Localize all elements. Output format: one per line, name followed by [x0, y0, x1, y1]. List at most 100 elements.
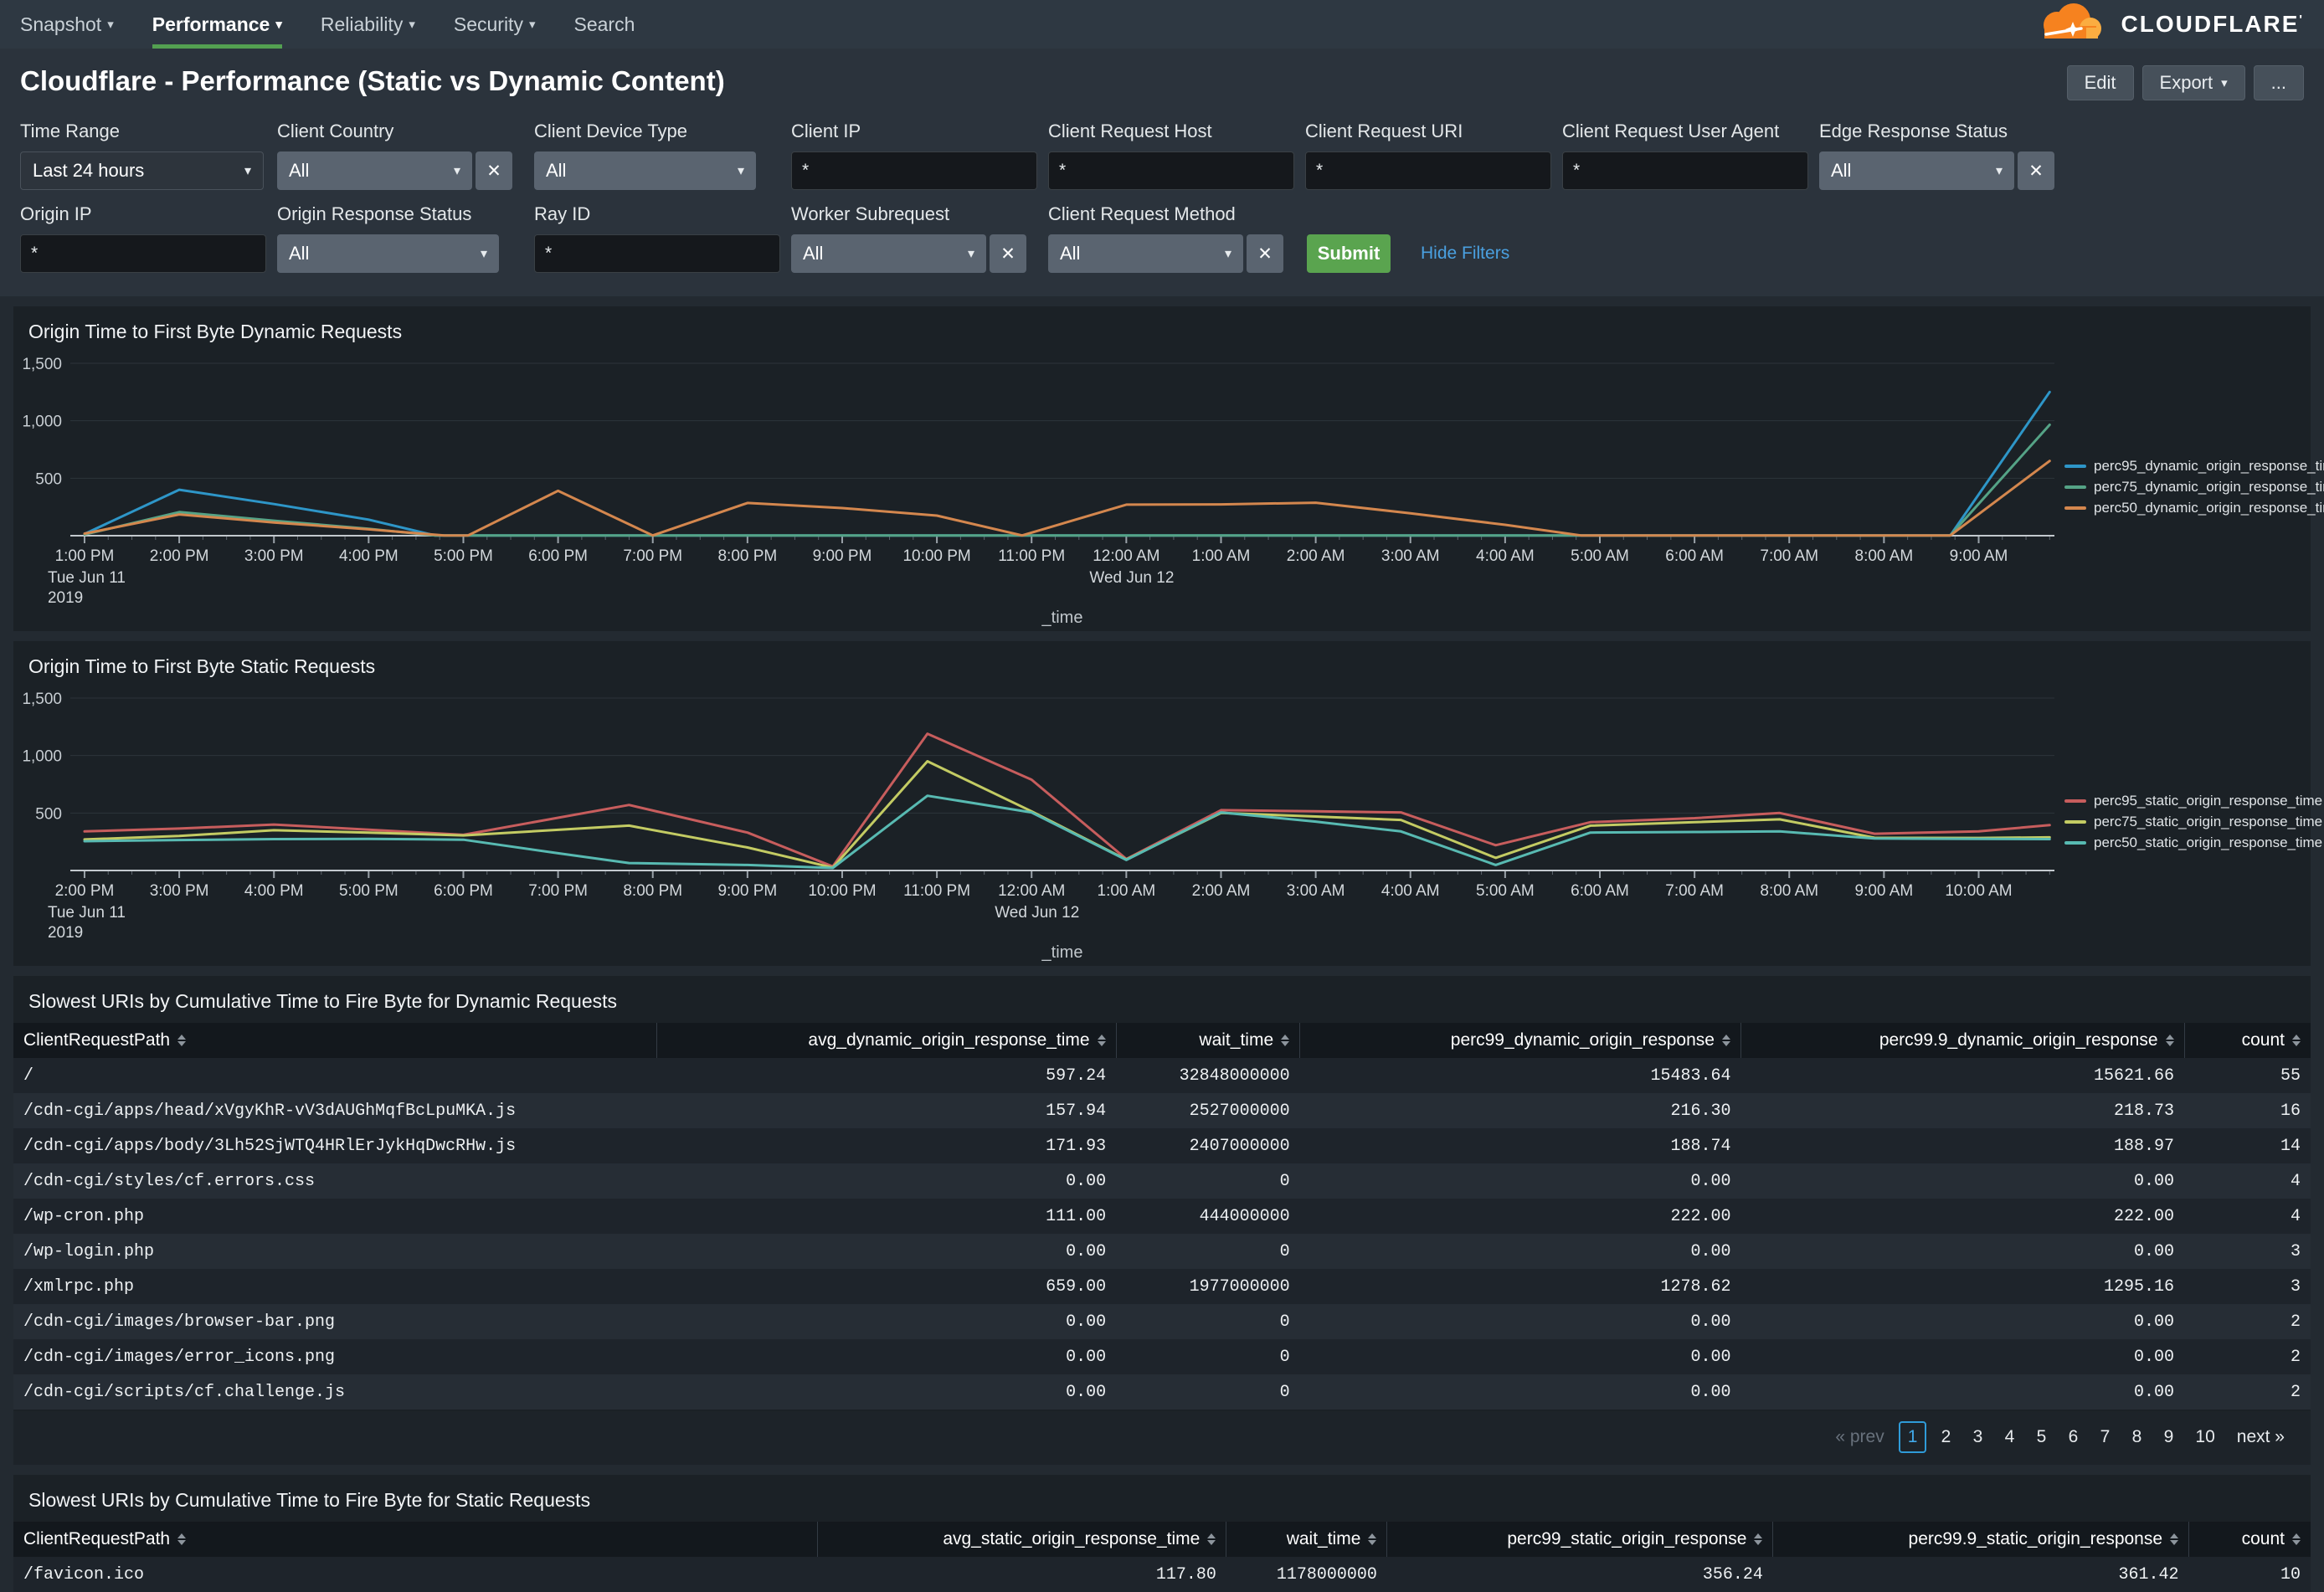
legend-item[interactable]: perc95_static_origin_response_time — [2064, 793, 2322, 809]
legend-item[interactable]: perc95_dynamic_origin_response_time — [2064, 458, 2324, 475]
column-header-wait-time[interactable]: wait_time — [1115, 1023, 1300, 1058]
hide-filters-link[interactable]: Hide Filters — [1421, 244, 1509, 264]
table-cell[interactable]: 16 — [2184, 1093, 2311, 1128]
table-cell[interactable]: 4 — [2184, 1163, 2311, 1199]
page-button-10[interactable]: 10 — [2188, 1423, 2222, 1451]
table-cell[interactable]: 0.00 — [1299, 1234, 1741, 1269]
client-request-host-input[interactable] — [1048, 151, 1294, 190]
submit-button[interactable]: Submit — [1307, 234, 1391, 273]
table-cell[interactable]: 0.00 — [656, 1163, 1117, 1199]
table-cell[interactable]: 1295.16 — [1740, 1269, 2185, 1304]
table-cell[interactable]: / — [13, 1058, 657, 1093]
client-request-uri-input[interactable] — [1305, 151, 1551, 190]
table-cell[interactable]: 188.74 — [1299, 1128, 1741, 1163]
table-cell[interactable]: 171.93 — [656, 1128, 1117, 1163]
table-cell[interactable]: 222.00 — [1299, 1199, 1741, 1234]
table-cell[interactable]: /cdn-cgi/images/error_icons.png — [13, 1339, 657, 1374]
table-cell[interactable]: 0 — [1116, 1374, 1300, 1410]
table-cell[interactable]: /cdn-cgi/apps/head/xVgyKhR-vV3dAUGhMqfBc… — [13, 1093, 657, 1128]
table-row[interactable]: /cdn-cgi/images/error_icons.png 0.00 0 0.00… — [13, 1339, 2311, 1374]
table-cell[interactable]: 356.24 — [1386, 1557, 1773, 1592]
client-device-type-dropdown[interactable]: All ▾ — [534, 151, 756, 190]
column-header-clientrequestpath[interactable]: ClientRequestPath — [13, 1522, 818, 1557]
table-row[interactable]: /wp-cron.php 111.00 444000000 222.00 222.00 4 — [13, 1199, 2311, 1234]
table-cell[interactable]: 2407000000 — [1116, 1128, 1300, 1163]
table-cell[interactable]: 32848000000 — [1116, 1058, 1300, 1093]
table-cell[interactable]: 0.00 — [1299, 1339, 1741, 1374]
nav-item-snapshot[interactable]: Snapshot ▾ — [20, 0, 114, 49]
table-row[interactable]: /cdn-cgi/apps/body/3Lh52SjWTQ4HRlErJykHq… — [13, 1128, 2311, 1163]
column-header-clientrequestpath[interactable]: ClientRequestPath — [13, 1023, 657, 1058]
table-cell[interactable]: 0.00 — [1740, 1234, 2185, 1269]
table-cell[interactable]: /wp-cron.php — [13, 1199, 657, 1234]
table-row[interactable]: /xmlrpc.php 659.00 1977000000 1278.62 1295.1… — [13, 1269, 2311, 1304]
page-button-6[interactable]: 6 — [2060, 1423, 2085, 1451]
table-cell[interactable]: 15483.64 — [1299, 1058, 1741, 1093]
page-button-9[interactable]: 9 — [2156, 1423, 2181, 1451]
table-cell[interactable]: 188.97 — [1740, 1128, 2185, 1163]
table-cell[interactable]: 0.00 — [1299, 1374, 1741, 1410]
table-cell[interactable]: 0.00 — [1299, 1304, 1741, 1339]
table-cell[interactable]: 0.00 — [1299, 1163, 1741, 1199]
table-cell[interactable]: 14 — [2184, 1128, 2311, 1163]
table-cell[interactable]: 361.42 — [1772, 1557, 2189, 1592]
ray-id-input[interactable] — [534, 234, 780, 273]
table-cell[interactable]: 0.00 — [656, 1234, 1117, 1269]
table-cell[interactable]: 0.00 — [656, 1339, 1117, 1374]
table-cell[interactable]: 2 — [2184, 1374, 2311, 1410]
client-ip-input[interactable] — [791, 151, 1037, 190]
time-range-dropdown[interactable]: Last 24 hours ▾ — [20, 151, 264, 190]
table-cell[interactable]: /cdn-cgi/apps/body/3Lh52SjWTQ4HRlErJykHq… — [13, 1128, 657, 1163]
client-request-method-dropdown[interactable]: All ▾ — [1048, 234, 1243, 273]
table-cell[interactable]: 111.00 — [656, 1199, 1117, 1234]
column-header-avg-static-origin-response-time[interactable]: avg_static_origin_response_time — [816, 1522, 1226, 1557]
column-header-wait-time[interactable]: wait_time — [1226, 1522, 1387, 1557]
nav-item-reliability[interactable]: Reliability ▾ — [321, 0, 415, 49]
edit-button[interactable]: Edit — [2066, 65, 2134, 100]
table-cell[interactable]: /favicon.ico — [13, 1557, 818, 1592]
column-header-count[interactable]: count — [2183, 1023, 2311, 1058]
origin-ip-input[interactable] — [20, 234, 266, 273]
table-row[interactable]: /cdn-cgi/scripts/cf.challenge.js 0.00 0 0.0… — [13, 1374, 2311, 1410]
table-cell[interactable]: 0.00 — [1740, 1163, 2185, 1199]
nav-item-security[interactable]: Security ▾ — [454, 0, 536, 49]
nav-item-performance[interactable]: Performance ▾ — [152, 0, 283, 49]
table-cell[interactable]: 444000000 — [1116, 1199, 1300, 1234]
page-button-5[interactable]: 5 — [2028, 1423, 2054, 1451]
page-button-8[interactable]: 8 — [2124, 1423, 2149, 1451]
client-country-dropdown[interactable]: All ▾ — [277, 151, 472, 190]
table-cell[interactable]: 1278.62 — [1299, 1269, 1741, 1304]
more-button[interactable]: ... — [2253, 65, 2304, 100]
table-cell[interactable]: 157.94 — [656, 1093, 1117, 1128]
legend-item[interactable]: perc75_static_origin_response_time — [2064, 814, 2322, 830]
table-cell[interactable]: 0 — [1116, 1163, 1300, 1199]
table-cell[interactable]: 0.00 — [656, 1304, 1117, 1339]
table-cell[interactable]: 597.24 — [656, 1058, 1117, 1093]
table-cell[interactable]: 10 — [2188, 1557, 2311, 1592]
table-row[interactable]: /wp-login.php 0.00 0 0.00 0.00 3 — [13, 1234, 2311, 1269]
table-cell[interactable]: 0.00 — [1740, 1339, 2185, 1374]
table-cell[interactable]: 1178000000 — [1226, 1557, 1387, 1592]
page-button-4[interactable]: 4 — [1997, 1423, 2022, 1451]
table-cell[interactable]: 2527000000 — [1116, 1093, 1300, 1128]
column-header-perc99.9-static-origin-response[interactable]: perc99.9_static_origin_response — [1772, 1522, 2189, 1557]
column-header-perc99-static-origin-response[interactable]: perc99_static_origin_response — [1386, 1522, 1773, 1557]
page-button-3[interactable]: 3 — [1965, 1423, 1990, 1451]
table-cell[interactable]: 2 — [2184, 1339, 2311, 1374]
table-cell[interactable]: 4 — [2184, 1199, 2311, 1234]
table-cell[interactable]: /cdn-cgi/styles/cf.errors.css — [13, 1163, 657, 1199]
page-button-1[interactable]: 1 — [1898, 1421, 1927, 1453]
table-cell[interactable]: /cdn-cgi/images/browser-bar.png — [13, 1304, 657, 1339]
client-country-clear-button[interactable]: ✕ — [476, 151, 512, 190]
table-row[interactable]: /cdn-cgi/apps/head/xVgyKhR-vV3dAUGhMqfBc… — [13, 1093, 2311, 1128]
client-request-method-clear-button[interactable]: ✕ — [1247, 234, 1283, 273]
origin-response-status-dropdown[interactable]: All ▾ — [277, 234, 499, 273]
table-cell[interactable]: 2 — [2184, 1304, 2311, 1339]
legend-item[interactable]: perc75_dynamic_origin_response_time — [2064, 479, 2324, 496]
legend-item[interactable]: perc50_static_origin_response_time — [2064, 835, 2322, 851]
table-cell[interactable]: 0 — [1116, 1339, 1300, 1374]
page-button-7[interactable]: 7 — [2092, 1423, 2117, 1451]
table-cell[interactable]: 117.80 — [817, 1557, 1226, 1592]
page-button-2[interactable]: 2 — [1933, 1423, 1958, 1451]
worker-subrequest-dropdown[interactable]: All ▾ — [791, 234, 986, 273]
